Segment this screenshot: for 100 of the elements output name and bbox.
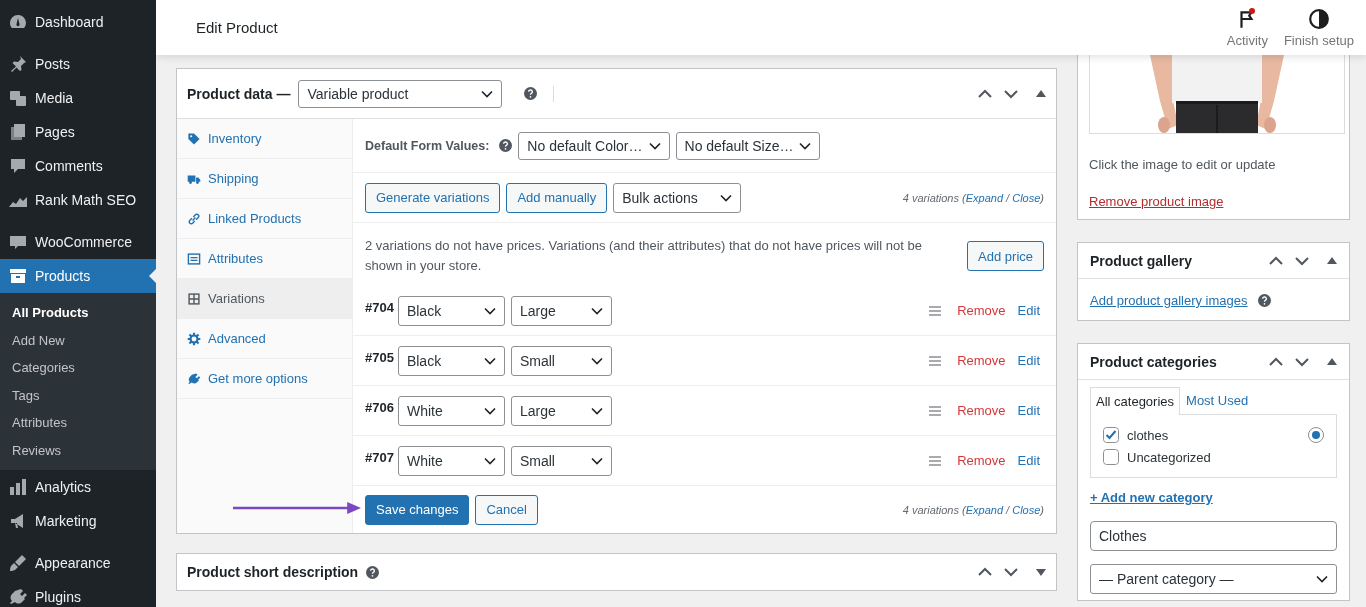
checkbox[interactable] bbox=[1103, 427, 1119, 443]
toolbar-button[interactable]: Add manually bbox=[506, 182, 608, 213]
menu-item[interactable]: Plugins bbox=[0, 580, 156, 607]
tab[interactable]: Linked Products bbox=[177, 199, 352, 239]
move-up-icon[interactable] bbox=[1269, 356, 1283, 367]
expand-icon[interactable] bbox=[1036, 568, 1046, 576]
remove-link[interactable]: Remove bbox=[957, 353, 1006, 368]
move-down-icon[interactable] bbox=[1004, 88, 1018, 99]
drag-handle-icon[interactable] bbox=[929, 305, 942, 316]
expand-link[interactable]: Expand bbox=[965, 503, 1004, 516]
page-title: Edit Product bbox=[196, 19, 279, 36]
default-value-select[interactable]: No default Color… bbox=[518, 131, 670, 160]
move-down-icon[interactable] bbox=[1295, 356, 1309, 367]
menu-item[interactable]: Marketing bbox=[0, 504, 156, 538]
panel-title: Product data — bbox=[187, 85, 291, 102]
brush-icon bbox=[8, 553, 28, 573]
add-price-button[interactable]: Add price bbox=[967, 241, 1044, 271]
variation-count: 4 variations (Expand / Close) bbox=[902, 191, 1044, 204]
color-select[interactable]: White bbox=[397, 395, 505, 426]
edit-link[interactable]: Edit bbox=[1017, 353, 1040, 368]
menu-item[interactable]: WooCommerce bbox=[0, 225, 156, 259]
edit-link[interactable]: Edit bbox=[1017, 453, 1040, 468]
help-icon[interactable] bbox=[499, 139, 513, 152]
menu-item[interactable]: Analytics bbox=[0, 470, 156, 504]
cancel-button[interactable]: Cancel bbox=[475, 494, 538, 525]
drag-handle-icon[interactable] bbox=[929, 355, 942, 366]
add-category-link[interactable]: + Add new category bbox=[1090, 490, 1337, 505]
help-icon[interactable] bbox=[1257, 294, 1271, 307]
grid-icon bbox=[187, 291, 201, 306]
submenu-item[interactable]: All Products bbox=[0, 299, 156, 327]
menu-item[interactable]: Media bbox=[0, 81, 156, 115]
menu-item[interactable]: Products bbox=[0, 259, 156, 293]
primary-radio[interactable] bbox=[1308, 427, 1324, 443]
tab[interactable]: Variations bbox=[177, 279, 352, 319]
help-icon[interactable] bbox=[366, 565, 380, 579]
default-value-select[interactable]: No default Size… bbox=[675, 131, 821, 160]
remove-link[interactable]: Remove bbox=[957, 453, 1006, 468]
category-tab[interactable]: Most Used bbox=[1180, 386, 1255, 414]
menu-item[interactable]: Posts bbox=[0, 47, 156, 81]
toolbar-action[interactable]: Activity bbox=[1222, 7, 1272, 48]
bulk-actions-select[interactable]: Bulk actions bbox=[613, 182, 742, 213]
add-gallery-link[interactable]: Add product gallery images bbox=[1090, 293, 1248, 308]
move-up-icon[interactable] bbox=[1269, 255, 1283, 266]
chevron-down-icon bbox=[799, 141, 812, 150]
remove-link[interactable]: Remove bbox=[957, 303, 1006, 318]
field-label: Default Form Values: bbox=[365, 138, 490, 153]
tab[interactable]: Advanced bbox=[177, 319, 352, 359]
size-select[interactable]: Large bbox=[510, 295, 612, 326]
toolbar-button[interactable]: Generate variations bbox=[365, 182, 501, 213]
parent-category-select[interactable]: — Parent category — bbox=[1090, 564, 1337, 594]
notice-text: 2 variations do not have prices. Variations (and their attributes) that do not have prices will not be shown in your store. bbox=[365, 237, 923, 275]
checkbox[interactable] bbox=[1103, 449, 1119, 465]
remove-link[interactable]: Remove bbox=[957, 403, 1006, 418]
move-down-icon[interactable] bbox=[1004, 567, 1018, 577]
half-circle-icon bbox=[1307, 7, 1330, 30]
link-icon bbox=[187, 211, 201, 226]
size-select[interactable]: Large bbox=[510, 395, 612, 426]
tab[interactable]: Get more options bbox=[177, 359, 352, 399]
product-type-select[interactable]: Variable product bbox=[298, 79, 503, 108]
expand-link[interactable]: Expand bbox=[965, 191, 1004, 204]
color-select[interactable]: White bbox=[397, 445, 505, 476]
chevron-down-icon bbox=[483, 406, 496, 415]
toolbar-action[interactable]: Finish setup bbox=[1279, 7, 1358, 48]
menu-item[interactable]: Dashboard bbox=[0, 5, 156, 39]
collapse-icon[interactable] bbox=[1327, 257, 1337, 264]
move-up-icon[interactable] bbox=[978, 88, 992, 99]
menu-item[interactable]: Rank Math SEO bbox=[0, 183, 156, 217]
drag-handle-icon[interactable] bbox=[929, 405, 942, 416]
move-up-icon[interactable] bbox=[978, 567, 992, 577]
color-select[interactable]: Black bbox=[397, 345, 505, 376]
edit-link[interactable]: Edit bbox=[1017, 303, 1040, 318]
collapse-icon[interactable] bbox=[1036, 90, 1046, 97]
chevron-down-icon bbox=[720, 193, 733, 202]
image-hint: Click the image to edit or update bbox=[1089, 157, 1277, 172]
color-select[interactable]: Black bbox=[397, 295, 505, 326]
variation-number: #706 bbox=[365, 400, 394, 415]
menu-item[interactable]: Pages bbox=[0, 115, 156, 149]
tab[interactable]: Inventory bbox=[177, 119, 352, 159]
submenu-item[interactable]: Tags bbox=[0, 381, 156, 409]
move-down-icon[interactable] bbox=[1295, 255, 1309, 266]
menu-item[interactable]: Comments bbox=[0, 149, 156, 183]
submenu-item[interactable]: Reviews bbox=[0, 436, 156, 464]
drag-handle-icon[interactable] bbox=[929, 455, 942, 466]
submenu-item[interactable]: Categories bbox=[0, 354, 156, 382]
edit-link[interactable]: Edit bbox=[1017, 403, 1040, 418]
category-name-field[interactable]: Clothes bbox=[1090, 521, 1337, 551]
submenu-item[interactable]: Attributes bbox=[0, 409, 156, 437]
help-icon[interactable] bbox=[524, 87, 538, 100]
category-tab[interactable]: All categories bbox=[1090, 387, 1181, 415]
submenu-item[interactable]: Add New bbox=[0, 326, 156, 354]
tab[interactable]: Shipping bbox=[177, 159, 352, 199]
collapse-icon[interactable] bbox=[1327, 358, 1337, 365]
category-label: clothes bbox=[1127, 427, 1169, 443]
chevron-down-icon bbox=[481, 89, 494, 98]
menu-item[interactable]: Appearance bbox=[0, 546, 156, 580]
chevron-down-icon bbox=[483, 456, 496, 465]
size-select[interactable]: Small bbox=[510, 345, 612, 376]
remove-image-link[interactable]: Remove product image bbox=[1089, 194, 1224, 209]
save-button[interactable]: Save changes bbox=[365, 494, 470, 525]
size-select[interactable]: Small bbox=[510, 445, 612, 476]
